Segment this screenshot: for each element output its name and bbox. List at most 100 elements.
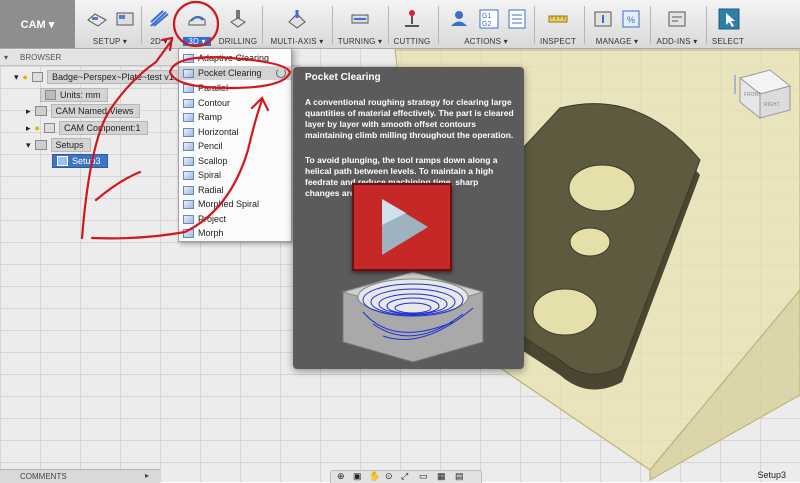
- post-process-icon[interactable]: G1 G2: [478, 8, 500, 30]
- menu-item-morphed-spiral[interactable]: Morphed Spiral: [179, 197, 291, 211]
- expand-icon[interactable]: ▾: [14, 72, 19, 83]
- cutting-group[interactable]: CUTTING: [390, 0, 434, 48]
- menu-item-morph[interactable]: Morph: [179, 226, 291, 240]
- cutting-icon[interactable]: [401, 8, 423, 30]
- select-label: SELECT: [711, 37, 745, 46]
- zoom-icon[interactable]: ⊙: [385, 471, 393, 482]
- tree-root-label: Badge~Perspex~Plate~test v1: [46, 70, 181, 84]
- setup-group[interactable]: SETUP ▾: [80, 0, 140, 48]
- turning-icon[interactable]: [349, 8, 371, 30]
- templates-icon[interactable]: %: [620, 8, 642, 30]
- 2d-icon[interactable]: [148, 8, 170, 30]
- expand-panel-icon[interactable]: ▸: [145, 471, 149, 480]
- contour-icon: [183, 98, 194, 108]
- menu-item-parallel[interactable]: Parallel: [179, 81, 291, 95]
- 3d-strategy-menu: Adaptive Clearing Pocket Clearing Parall…: [178, 48, 292, 242]
- viewcube-front-label: FRONT: [744, 92, 761, 98]
- fit-icon[interactable]: ⤢: [401, 471, 408, 482]
- display-settings-icon[interactable]: ▭: [419, 471, 428, 482]
- 3d-icon[interactable]: [186, 8, 208, 30]
- multi-axis-icon[interactable]: [286, 8, 308, 30]
- menu-item-horizontal[interactable]: Horizontal: [179, 125, 291, 139]
- pocket-clearing-icon: [183, 68, 194, 78]
- 2d-group[interactable]: 2D ▾: [143, 0, 175, 48]
- orbit-icon[interactable]: ⊕: [337, 471, 345, 482]
- tree-root[interactable]: ▾ ● Badge~Perspex~Plate~test v1: [14, 70, 181, 84]
- actions-group[interactable]: G1 G2 ACTIONS ▾: [440, 0, 532, 48]
- inspect-icon[interactable]: [547, 8, 569, 30]
- tooltip-title: Pocket Clearing: [305, 72, 381, 83]
- lightbulb-icon[interactable]: ●: [23, 72, 28, 82]
- tree-units[interactable]: Units: mm: [40, 88, 108, 102]
- menu-item-pencil[interactable]: Pencil: [179, 139, 291, 153]
- setup-label: SETUP ▾: [92, 37, 128, 46]
- tree-cam-component-label: CAM Component:1: [58, 121, 148, 135]
- morph-icon: [183, 228, 194, 238]
- lightbulb-icon[interactable]: ●: [35, 123, 40, 133]
- play-video-button[interactable]: [352, 183, 452, 271]
- turning-group[interactable]: TURNING ▾: [334, 0, 386, 48]
- separator: [141, 6, 142, 44]
- tree-named-views-label: CAM Named Views: [50, 104, 141, 118]
- menu-item-pocket-clearing[interactable]: Pocket Clearing: [179, 66, 291, 80]
- turning-label: TURNING ▾: [337, 37, 383, 46]
- tree-setup3-label: Setup3: [72, 156, 101, 166]
- hole-1: [568, 164, 636, 212]
- tree-units-label: Units: mm: [60, 90, 101, 100]
- workspace-switcher[interactable]: CAM ▾: [0, 0, 75, 48]
- setup-sheet-icon[interactable]: [506, 8, 528, 30]
- svg-text:%: %: [627, 15, 635, 25]
- separator: [534, 6, 535, 44]
- viewports-icon[interactable]: ▤: [455, 471, 464, 482]
- pencil-icon: [183, 141, 194, 151]
- comments-panel[interactable]: COMMENTS ▸: [0, 469, 160, 483]
- inspect-group[interactable]: INSPECT: [536, 0, 580, 48]
- units-icon: [45, 90, 56, 100]
- document-icon: [31, 72, 43, 82]
- spiral-icon: [183, 170, 194, 180]
- horizontal-icon: [183, 127, 194, 137]
- tool-library-icon[interactable]: [592, 8, 614, 30]
- morphed-spiral-icon: [183, 199, 194, 209]
- drilling-group[interactable]: DRILLING: [218, 0, 258, 48]
- setup-icon[interactable]: [86, 8, 108, 30]
- stock-icon[interactable]: [114, 8, 136, 30]
- menu-item-spiral[interactable]: Spiral: [179, 168, 291, 182]
- select-group[interactable]: SELECT: [708, 0, 748, 48]
- addins-label: ADD-INS ▾: [656, 37, 698, 46]
- menu-item-scallop[interactable]: Scallop: [179, 154, 291, 168]
- tooltip-description: A conventional roughing strategy for cle…: [305, 97, 514, 140]
- addins-icon[interactable]: [666, 8, 688, 30]
- setup-node-icon: [57, 156, 68, 166]
- drilling-icon[interactable]: [227, 8, 249, 30]
- drilling-label: DRILLING: [218, 37, 258, 46]
- addins-group[interactable]: ADD-INS ▾: [652, 0, 702, 48]
- tree-cam-component[interactable]: ▸ ● CAM Component:1: [26, 121, 148, 135]
- manage-group[interactable]: % MANAGE ▾: [586, 0, 648, 48]
- menu-item-project[interactable]: Project: [179, 212, 291, 226]
- tree-named-views[interactable]: ▸ CAM Named Views: [26, 104, 141, 118]
- collapse-icon[interactable]: ▾: [4, 53, 8, 62]
- menu-item-radial[interactable]: Radial: [179, 183, 291, 197]
- simulate-icon[interactable]: [448, 8, 470, 30]
- expand-icon[interactable]: ▸: [26, 123, 31, 134]
- tree-setups[interactable]: ▾ Setups: [26, 138, 91, 152]
- svg-text:G2: G2: [482, 21, 491, 28]
- menu-item-ramp[interactable]: Ramp: [179, 110, 291, 124]
- select-icon[interactable]: [718, 8, 740, 30]
- hole-2: [569, 227, 611, 257]
- component-icon: [43, 123, 55, 133]
- expand-icon[interactable]: ▾: [26, 140, 31, 151]
- menu-item-adaptive-clearing[interactable]: Adaptive Clearing: [179, 51, 291, 65]
- pan-icon[interactable]: ✋: [369, 471, 380, 482]
- expand-icon[interactable]: ▸: [26, 106, 31, 117]
- grid-icon[interactable]: ▦: [437, 471, 446, 482]
- tree-setup3[interactable]: Setup3: [52, 154, 108, 168]
- look-at-icon[interactable]: ▣: [353, 471, 362, 482]
- 3d-group[interactable]: 3D ▾: [178, 0, 216, 48]
- multi-axis-group[interactable]: MULTI-AXIS ▾: [264, 0, 330, 48]
- separator: [332, 6, 333, 44]
- 2d-label: 2D ▾: [150, 37, 168, 46]
- folder-icon: [34, 106, 47, 116]
- menu-item-contour[interactable]: Contour: [179, 96, 291, 110]
